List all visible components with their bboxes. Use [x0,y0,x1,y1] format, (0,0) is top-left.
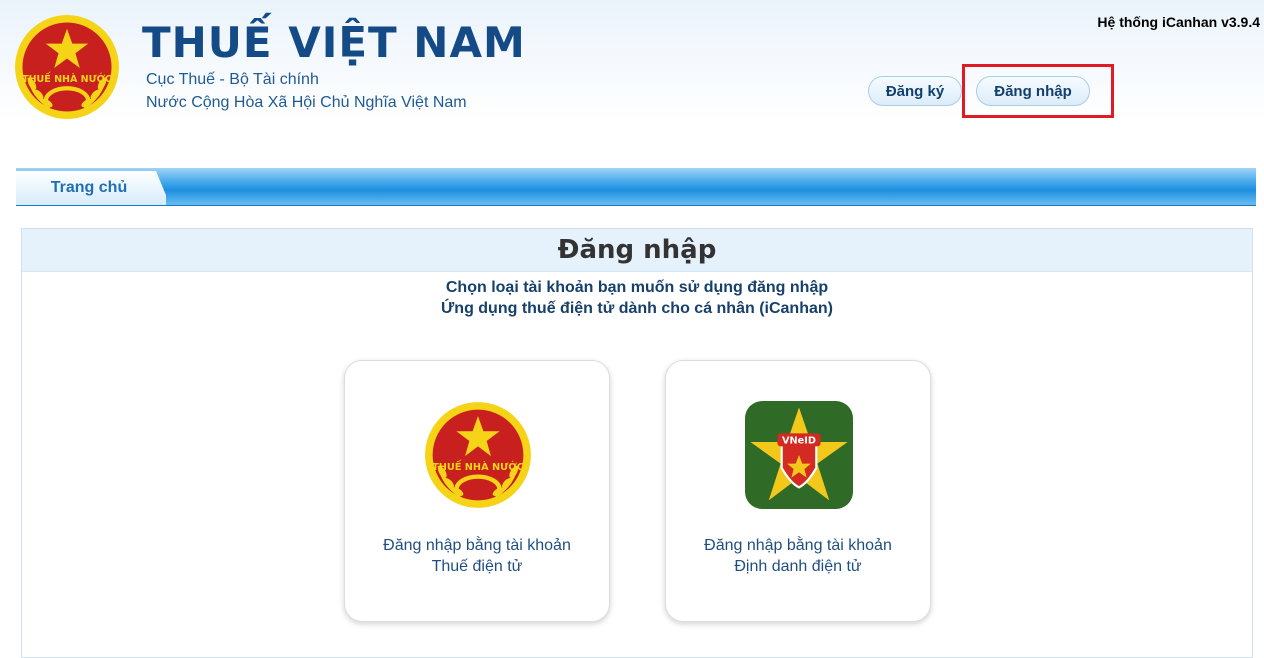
navbar: Trang chủ [16,168,1256,206]
system-version: Hệ thống iCanhan v3.9.4 [1097,14,1260,30]
login-option-tax-account[interactable]: THUẾ NHÀ NƯỚC Đăng nhập bằng tài khoản T… [344,360,610,622]
vneid-icon: VNeID [745,401,853,509]
tax-emblem-icon: THUẾ NHÀ NƯỚC [425,402,531,508]
site-title: THUẾ VIỆT NAM [142,18,526,67]
instruction-text: Chọn loại tài khoản bạn muốn sử dụng đăn… [445,279,829,296]
nav-tab-home[interactable]: Trang chủ [16,171,166,205]
svg-text:VNeID: VNeID [782,436,816,447]
login-option-tax-label: Đăng nhập bằng tài khoản Thuế điện tử [383,537,571,575]
page-title: Đăng nhập [557,235,717,265]
login-panel: Đăng nhập Chọn loại tài khoản bạn muốn s… [21,228,1253,658]
panel-header: Đăng nhập [22,229,1252,272]
login-button-highlight [962,64,1114,118]
login-option-vneid-label: Đăng nhập bằng tài khoản Định danh điện … [704,537,892,575]
svg-text:THUẾ NHÀ NƯỚC: THUẾ NHÀ NƯỚC [22,72,112,85]
login-option-vneid-account[interactable]: VNeID Đăng nhập bằng tài khoản Định danh… [665,360,931,622]
site-subtitle-country: Nước Cộng Hòa Xã Hội Chủ Nghĩa Việt Nam [146,94,467,111]
register-button[interactable]: Đăng ký [868,76,962,106]
tax-emblem-icon: THUẾ NHÀ NƯỚC [15,15,119,119]
site-subtitle-ministry: Cục Thuế - Bộ Tài chính [146,71,319,88]
app-description: Ứng dụng thuế điện tử dành cho cá nhân (… [441,300,833,317]
header: THUẾ NHÀ NƯỚC THUẾ VIỆT NAM Cục Thuế - B… [0,0,1264,160]
